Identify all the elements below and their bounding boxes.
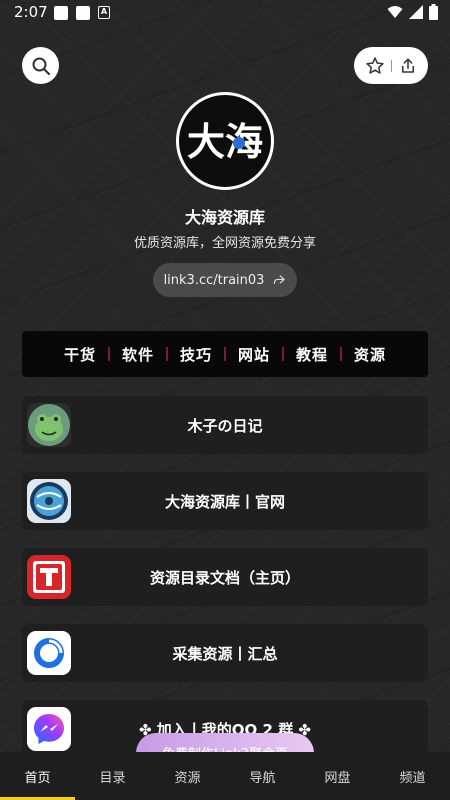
system-icons bbox=[387, 4, 438, 20]
nav-item-catalog[interactable]: 目录 bbox=[75, 752, 150, 800]
nav-item-channel[interactable]: 频道 bbox=[375, 752, 450, 800]
wifi-icon bbox=[387, 6, 403, 18]
pill-divider bbox=[391, 59, 393, 72]
link-card-resource-doc[interactable]: 资源目录文档（主页） bbox=[22, 548, 428, 606]
nav-item-resources[interactable]: 资源 bbox=[150, 752, 225, 800]
profile-name: 大海资源库 bbox=[184, 208, 265, 227]
battery-icon bbox=[429, 4, 438, 20]
banner-item: 资源 bbox=[354, 345, 387, 364]
nav-item-netdisk[interactable]: 网盘 bbox=[300, 752, 375, 800]
bottom-nav: 首页 目录 资源 导航 网盘 频道 bbox=[0, 752, 450, 800]
link-card-label: 资源目录文档（主页） bbox=[149, 569, 300, 587]
category-banner[interactable]: 干货 软件 技巧 网站 教程 资源 bbox=[22, 331, 428, 377]
link-card-official-site[interactable]: 大海资源库丨官网 bbox=[22, 472, 428, 530]
status-bar: 2:07 A bbox=[0, 0, 450, 26]
link-card-label: 大海资源库丨官网 bbox=[164, 493, 285, 511]
link-card-label: 木子の日记 bbox=[187, 417, 263, 435]
star-icon[interactable] bbox=[365, 56, 385, 76]
share-icon[interactable] bbox=[399, 57, 417, 75]
notification-square-icon bbox=[76, 6, 90, 20]
link-card-muzi-diary[interactable]: 木子の日记 bbox=[22, 396, 428, 454]
profile-link-button[interactable]: link3.cc/train03 bbox=[153, 263, 297, 297]
profile-link-text: link3.cc/train03 bbox=[163, 272, 265, 288]
search-icon bbox=[32, 57, 50, 75]
link-card-label: 采集资源丨汇总 bbox=[172, 645, 278, 663]
banner-item: 教程 bbox=[296, 345, 329, 364]
banner-item: 技巧 bbox=[179, 345, 212, 364]
link-card-collect-resources[interactable]: 采集资源丨汇总 bbox=[22, 624, 428, 682]
banner-item: 网站 bbox=[238, 345, 271, 364]
share-arrow-icon bbox=[274, 275, 286, 285]
notification-square-icon bbox=[54, 6, 68, 20]
avatar-logo-icon: 大海 bbox=[187, 120, 263, 164]
profile-bio: 优质资源库，全网资源免费分享 bbox=[133, 236, 316, 251]
action-pill bbox=[354, 47, 428, 84]
nav-item-home[interactable]: 首页 bbox=[0, 752, 75, 800]
notification-a-icon: A bbox=[98, 6, 110, 19]
search-button[interactable] bbox=[22, 47, 59, 84]
avatar-text: 大海 bbox=[187, 120, 263, 164]
status-time: 2:07 bbox=[14, 3, 48, 21]
nav-item-navigation[interactable]: 导航 bbox=[225, 752, 300, 800]
banner-item: 软件 bbox=[121, 345, 154, 364]
signal-icon bbox=[409, 5, 423, 19]
banner-item: 干货 bbox=[63, 345, 96, 364]
avatar: 大海 bbox=[176, 92, 274, 190]
